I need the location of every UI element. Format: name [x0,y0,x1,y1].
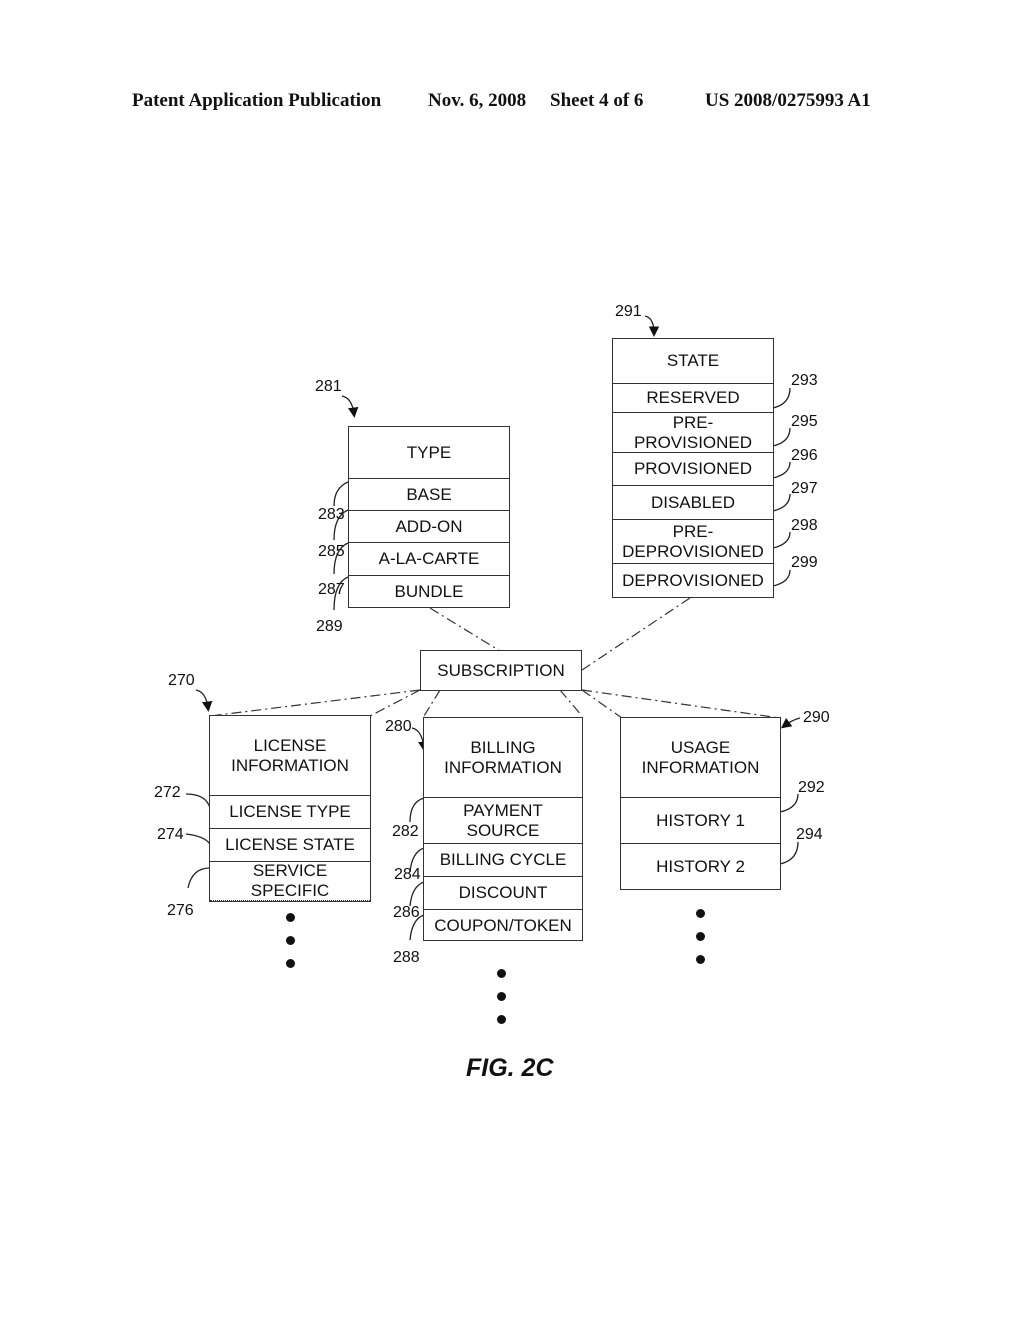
ref-291: 291 [615,303,642,320]
link-usage-left [581,689,623,719]
ellipsis-dot [497,969,506,978]
arrow-291 [644,315,660,337]
ref-281: 281 [315,378,342,395]
ellipsis-dot [696,932,705,941]
type-row-bundle: BUNDLE [349,575,509,608]
type-row-a-la-carte: A-LA-CARTE [349,542,509,575]
ref-298: 298 [791,517,818,534]
ref-296: 296 [791,447,818,464]
billing-row-payment-source: PAYMENT SOURCE [424,797,582,843]
type-title: TYPE [406,442,452,462]
state-row-reserved: RESERVED [613,383,773,412]
ellipsis-dot [286,936,295,945]
billing-row-coupon-token: COUPON/TOKEN [424,909,582,941]
ref-270: 270 [168,672,195,689]
usage-information-box: USAGE INFORMATION HISTORY 1 HISTORY 2 [620,717,781,890]
state-row-provisioned: PROVISIONED [613,452,773,485]
link-license-right [369,689,421,717]
link-usage-right [581,689,781,719]
type-box: TYPE BASE ADD-ON A-LA-CARTE BUNDLE [348,426,510,608]
license-title: LICENSE INFORMATION [231,735,349,775]
ref-293: 293 [791,372,818,389]
state-row-deprovisioned: DEPROVISIONED [613,563,773,597]
license-row-type: LICENSE TYPE [210,795,370,828]
link-billing-left [423,689,441,717]
billing-information-box: BILLING INFORMATION PAYMENT SOURCE BILLI… [423,717,583,941]
ref-272: 272 [154,784,181,801]
figure-label: FIG. 2C [466,1054,554,1082]
ellipsis-dot [497,992,506,1001]
state-row-pre-provisioned: PRE- PROVISIONED [613,412,773,452]
ref-284: 284 [394,866,421,883]
billing-title: BILLING INFORMATION [444,737,562,777]
link-billing-right [559,689,583,717]
state-row-pre-deprovisioned: PRE- DEPROVISIONED [613,519,773,563]
license-row-service-specific: SERVICE SPECIFIC [210,861,370,901]
ellipsis-dot [497,1015,506,1024]
state-title: STATE [666,351,720,370]
ref-290: 290 [803,709,830,726]
subscription-box: SUBSCRIPTION [420,650,582,691]
link-state [581,597,691,671]
type-row-add-on: ADD-ON [349,510,509,542]
ref-294: 294 [796,826,823,843]
ref-297: 297 [791,480,818,497]
ref-299: 299 [791,554,818,571]
ref-285: 285 [318,543,345,560]
ref-276: 276 [167,902,194,919]
ref-283: 283 [318,506,345,523]
arrow-270 [195,689,213,712]
ellipsis-dot [286,913,295,922]
license-information-box: LICENSE INFORMATION LICENSE TYPE LICENSE… [209,715,371,902]
state-row-disabled: DISABLED [613,485,773,519]
usage-row-history-2: HISTORY 2 [621,843,780,889]
state-box: STATE RESERVED PRE- PROVISIONED PROVISIO… [612,338,774,598]
link-license-left [209,689,421,717]
arrow-281 [341,395,359,418]
type-row-base: BASE [349,478,509,510]
ref-287: 287 [318,581,345,598]
ellipsis-dot [286,959,295,968]
billing-row-billing-cycle: BILLING CYCLE [424,843,582,876]
link-type [429,607,501,652]
ref-282: 282 [392,823,419,840]
license-row-state: LICENSE STATE [210,828,370,861]
ref-292: 292 [798,779,825,796]
arrow-290 [780,717,801,729]
usage-title: USAGE INFORMATION [641,737,760,777]
ref-288: 288 [393,949,420,966]
ref-286: 286 [393,904,420,921]
ref-274: 274 [157,826,184,843]
billing-row-discount: DISCOUNT [424,876,582,909]
ellipsis-dot [696,909,705,918]
ref-280: 280 [385,718,412,735]
subscription-label: SUBSCRIPTION [437,660,565,680]
ref-289: 289 [316,618,343,635]
usage-row-history-1: HISTORY 1 [621,797,780,843]
ref-295: 295 [791,413,818,430]
ellipsis-dot [696,955,705,964]
